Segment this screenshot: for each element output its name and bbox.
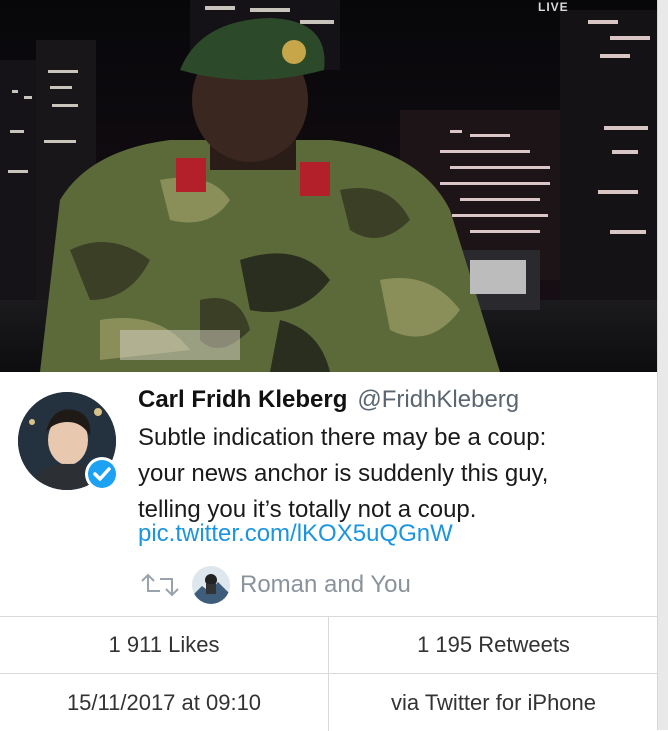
author-name[interactable]: Carl Fridh Kleberg bbox=[138, 386, 347, 413]
social-context[interactable]: Roman and You bbox=[138, 566, 458, 604]
tweet-stats: 1 911 Likes 1 195 Retweets 15/11/2017 at… bbox=[0, 616, 658, 731]
verified-badge-icon bbox=[85, 457, 119, 491]
retweet-icon bbox=[141, 573, 179, 597]
live-badge: LIVE bbox=[538, 0, 569, 14]
tweet-text-line: your news anchor is suddenly this guy, bbox=[138, 460, 549, 487]
tweet-media-link[interactable]: pic.twitter.com/lKOX5uQGnW bbox=[138, 520, 453, 548]
tweet-timestamp: 15/11/2017 at 09:10 bbox=[0, 674, 329, 731]
news-anchor-photo bbox=[0, 0, 658, 372]
tweet-text-line: Subtle indication there may be a coup: bbox=[138, 424, 547, 451]
likes-count[interactable]: 1 911 Likes bbox=[0, 617, 329, 674]
tweet-source: via Twitter for iPhone bbox=[390, 689, 597, 715]
tweet-author[interactable]: Carl Fridh Kleberg @FridhKleberg bbox=[138, 386, 519, 414]
social-context-text: Roman and You bbox=[240, 571, 411, 598]
tweet-text: Subtle indication there may be a coup: y… bbox=[138, 420, 648, 528]
vertical-scrollbar[interactable] bbox=[657, 0, 668, 730]
retweets-count[interactable]: 1 195 Retweets bbox=[329, 617, 658, 674]
retweeter-avatar[interactable] bbox=[192, 566, 230, 604]
retweeter-avatar-image bbox=[192, 566, 230, 604]
tweet-media-image[interactable]: LIVE bbox=[0, 0, 658, 372]
author-handle[interactable]: @FridhKleberg bbox=[357, 386, 519, 413]
